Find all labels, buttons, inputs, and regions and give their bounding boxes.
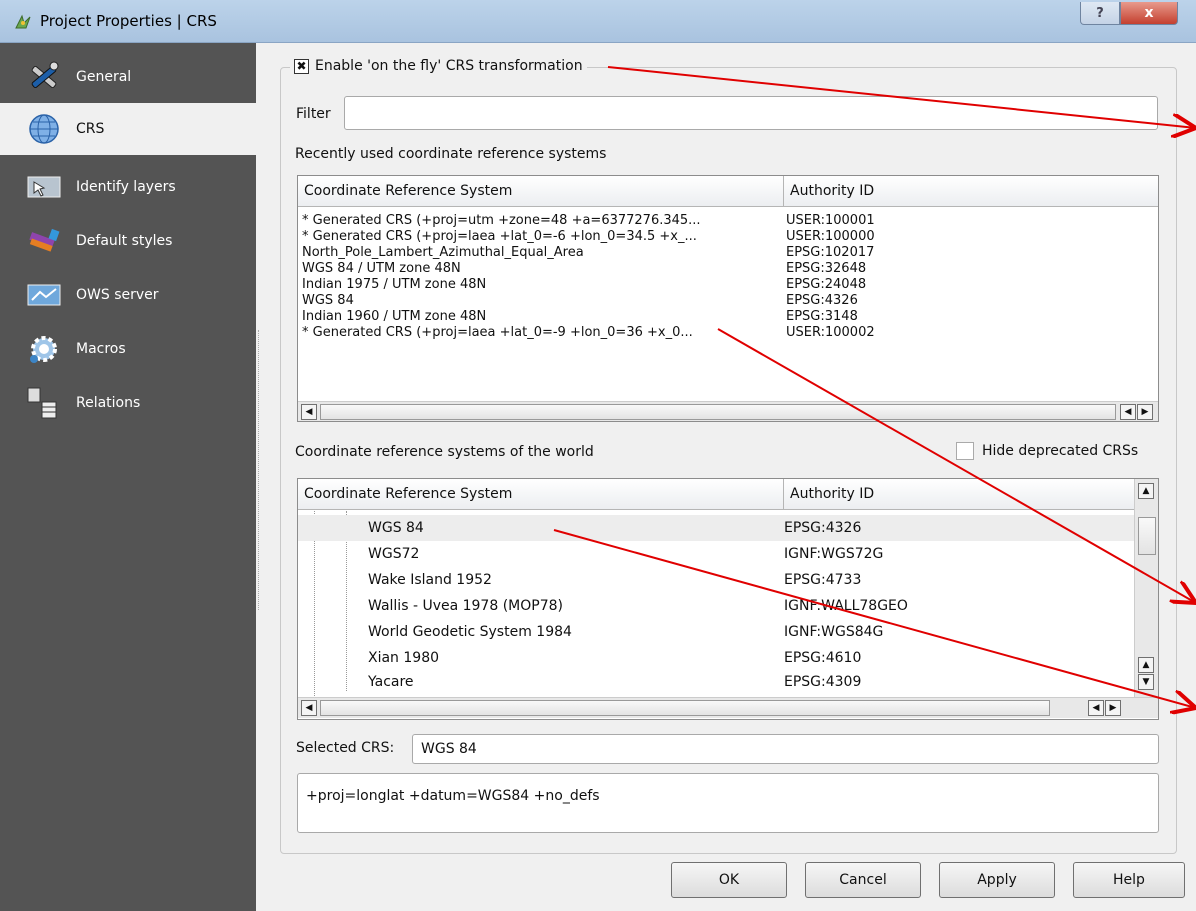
horizontal-scrollbar[interactable]: ◀ ◀ ▶ [298,401,1158,421]
table-row[interactable]: * Generated CRS (+proj=utm +zone=48 +a=6… [298,213,875,228]
globe-icon [24,111,64,147]
brush-icon [24,223,64,259]
sidebar-item-crs[interactable]: CRS [0,103,256,155]
col-header-authority[interactable]: Authority ID [784,479,1134,509]
recent-crs-label: Recently used coordinate reference syste… [295,146,607,162]
relations-icon [24,385,64,421]
sidebar-item-label: Identify layers [76,179,176,195]
scroll-right-icon[interactable]: ▶ [1137,404,1153,420]
scrollbar-thumb[interactable] [1138,517,1156,555]
ok-button[interactable]: OK [671,862,787,898]
scrollbar-thumb[interactable] [320,404,1116,420]
horizontal-scrollbar[interactable]: ◀ ◀ ▶ [298,697,1158,718]
sidebar-item-identify-layers[interactable]: Identify layers [0,161,256,213]
qgis-logo-icon [15,14,31,29]
vertical-scrollbar[interactable]: ▲ ▲ ▼ [1134,479,1158,697]
help-title-button[interactable]: ? [1080,2,1120,25]
hide-deprecated-label: Hide deprecated CRSs [982,443,1139,459]
scroll-down-icon[interactable]: ▼ [1138,674,1154,690]
col-header-crs[interactable]: Coordinate Reference System [298,176,784,206]
table-row[interactable]: WGS 84 / UTM zone 48N EPSG:32648 [298,261,866,276]
cancel-button[interactable]: Cancel [805,862,921,898]
tools-icon [24,59,64,95]
sidebar-item-default-styles[interactable]: Default styles [0,215,256,267]
selected-crs-field: WGS 84 [412,734,1159,764]
checkbox-checked-icon[interactable]: ✖ [294,58,309,74]
tree-item[interactable]: Wallis - Uvea 1978 (MOP78) IGNF:WALL78GEO [298,593,1134,619]
proj-string-box: +proj=longlat +datum=WGS84 +no_defs [297,773,1159,833]
tree-item[interactable]: World Geodetic System 1984 IGNF:WGS84G [298,619,1134,645]
world-crs-label: Coordinate reference systems of the worl… [295,444,594,460]
tree-item[interactable]: Wake Island 1952 EPSG:4733 [298,567,1134,593]
sidebar-item-label: Macros [76,341,126,357]
sidebar-item-label: General [76,69,132,85]
tree-item[interactable]: WGS 84 EPSG:4326 [298,515,1134,541]
hide-deprecated-checkbox[interactable]: Hide deprecated CRSs [956,442,1138,460]
window-title: Project Properties | CRS [40,12,217,30]
scroll-left-icon[interactable]: ◀ [301,404,317,420]
enable-otf-label: Enable 'on the fly' CRS transformation [315,58,583,74]
tree-item[interactable]: Xian 1980 EPSG:4610 [298,645,1134,671]
col-header-crs[interactable]: Coordinate Reference System [298,479,784,509]
table-row[interactable]: Indian 1975 / UTM zone 48N EPSG:24048 [298,277,866,292]
filter-input[interactable] [344,96,1158,130]
checkbox-unchecked-icon[interactable] [956,442,974,460]
recent-crs-table[interactable]: Coordinate Reference System Authority ID… [297,175,1159,422]
sidebar-item-relations[interactable]: Relations [0,377,256,429]
sidebar-item-general[interactable]: General [0,51,256,103]
help-button[interactable]: Help [1073,862,1185,898]
scroll-left-icon[interactable]: ◀ [1088,700,1104,716]
sidebar-item-ows-server[interactable]: OWS server [0,269,256,321]
scroll-up-icon[interactable]: ▲ [1138,483,1154,499]
table-row[interactable]: * Generated CRS (+proj=laea +lat_0=-9 +l… [298,325,875,340]
table-row[interactable]: North_Pole_Lambert_Azimuthal_Equal_Area E… [298,245,874,260]
scroll-left-icon[interactable]: ◀ [301,700,317,716]
splitter-handle[interactable] [258,330,263,610]
close-button[interactable]: x [1120,2,1178,25]
apply-button[interactable]: Apply [939,862,1055,898]
sidebar-item-label: CRS [76,121,105,137]
sidebar: General CRS Identify layers Default styl… [0,43,256,911]
identify-icon [24,169,64,205]
selected-crs-label: Selected CRS: [296,740,395,756]
filter-label: Filter [296,106,331,122]
sidebar-item-label: Relations [76,395,141,411]
col-header-authority[interactable]: Authority ID [784,176,1158,206]
title-bar: Project Properties | CRS ? x [0,0,1196,43]
tree-item[interactable]: WGS72 IGNF:WGS72G [298,541,1134,567]
sidebar-item-label: OWS server [76,287,159,303]
scroll-left-icon[interactable]: ◀ [1120,404,1136,420]
scrollbar-thumb[interactable] [320,700,1050,716]
tree-item[interactable]: Yacare EPSG:4309 [298,669,1134,695]
scroll-right-icon[interactable]: ▶ [1105,700,1121,716]
table-row[interactable]: Indian 1960 / UTM zone 48N EPSG:3148 [298,309,858,324]
table-row[interactable]: * Generated CRS (+proj=laea +lat_0=-6 +l… [298,229,875,244]
scroll-up-icon[interactable]: ▲ [1138,657,1154,673]
enable-otf-checkbox[interactable]: ✖ Enable 'on the fly' CRS transformation [290,58,587,74]
world-crs-tree[interactable]: Coordinate Reference System Authority ID… [297,478,1159,720]
macros-icon [24,331,64,367]
table-row[interactable]: WGS 84 EPSG:4326 [298,293,858,308]
sidebar-item-label: Default styles [76,233,173,249]
ows-icon [24,277,64,313]
sidebar-item-macros[interactable]: Macros [0,323,256,375]
